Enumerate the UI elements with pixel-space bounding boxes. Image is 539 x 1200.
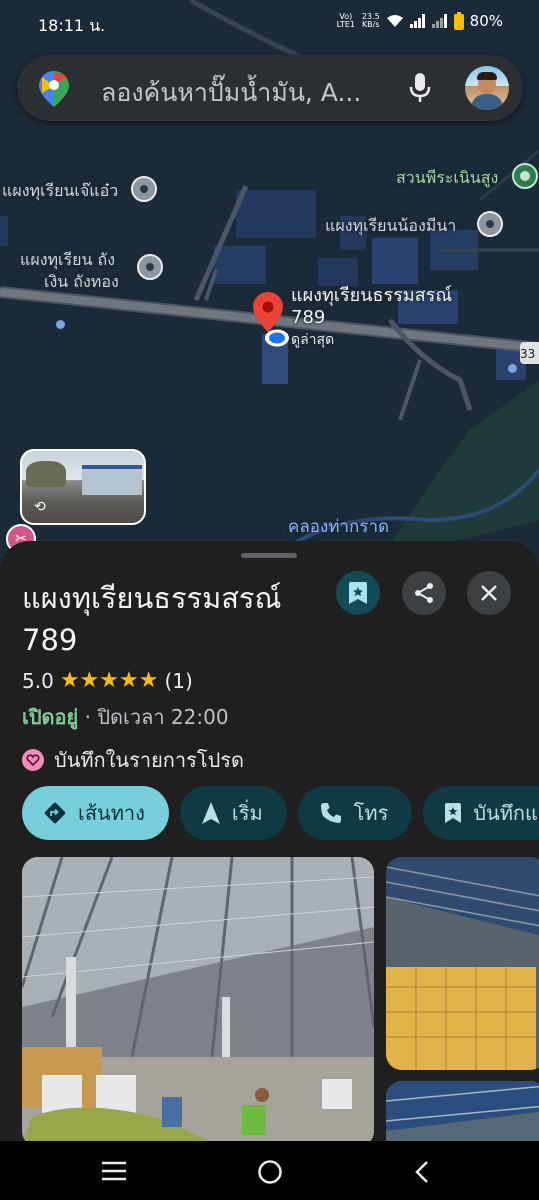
street-view-building (82, 465, 142, 495)
place-title: แผงทุเรียนธรรมสรณ์ 789 (22, 581, 282, 657)
map-label-park[interactable]: สวนพีระเนินสูง (396, 167, 498, 189)
avatar[interactable] (465, 66, 509, 110)
map-label-canal: คลองท่ากราด (288, 517, 390, 537)
map-dot (508, 364, 517, 373)
save-label: บันทึกแ (473, 801, 538, 825)
bookmark-icon (349, 582, 367, 604)
network-speed-unit: KB/s (361, 20, 380, 29)
save-button[interactable]: บันทึกแ (423, 786, 539, 840)
directions-button[interactable]: เส้นทาง (22, 786, 169, 840)
close-icon (481, 585, 497, 601)
map-label-selected-line2[interactable]: 789 (291, 307, 325, 329)
street-view-thumbnail[interactable]: ⟲ (20, 449, 146, 525)
poi-marker-icon[interactable] (477, 211, 503, 237)
hours-row[interactable]: เปิดอยู่ · ปิดเวลา 22:00 (22, 701, 229, 733)
poi-marker-icon[interactable] (137, 254, 163, 280)
home-icon[interactable] (257, 1159, 283, 1185)
place-photo[interactable] (386, 1081, 539, 1141)
avatar-body (471, 94, 503, 110)
call-button[interactable]: โทร (297, 786, 413, 840)
place-photo[interactable] (22, 857, 374, 1141)
status-time: 18:11 น. (38, 16, 106, 35)
map-label-poi-nongmena[interactable]: แผงทุเรียนน้องมีนา (325, 215, 456, 237)
road-shield-number: 33 (520, 347, 536, 361)
network-speed: 23.5 KB/s (362, 13, 380, 29)
status-bar: 18:11 น. Vo) LTE1 23.5 KB/s 80% (0, 0, 539, 46)
hours-separator: · (78, 705, 98, 729)
map-label-poi-thang-line1[interactable]: แผงทุเรียน ถัง (20, 249, 115, 271)
park-marker-icon[interactable] (512, 163, 538, 189)
system-navigation-bar (0, 1141, 539, 1200)
bookmark-icon (445, 803, 462, 823)
favorite-list-label: บันทึกในรายการโปรด (54, 748, 245, 772)
navigation-arrow-icon (201, 802, 220, 824)
wifi-icon (386, 15, 403, 27)
map-label-latest: ดูล่าสุด (291, 332, 335, 348)
review-count: (1) (164, 668, 193, 693)
share-icon (415, 583, 433, 603)
share-button[interactable] (402, 571, 446, 615)
recent-apps-icon[interactable] (102, 1161, 126, 1181)
my-location-icon (265, 329, 289, 347)
search-input[interactable]: ลองค้นหาปั๊มน้ำมัน, A... (101, 73, 411, 113)
selected-place-pin-icon[interactable] (253, 292, 283, 332)
warehouse-photo-3 (386, 1081, 539, 1141)
directions-label: เส้นทาง (78, 801, 145, 825)
start-button[interactable]: เริ่ม (179, 786, 287, 840)
street-view-tree (26, 461, 66, 487)
save-place-button[interactable] (336, 571, 380, 615)
map-dot (56, 320, 65, 329)
battery-icon (453, 12, 464, 30)
poi-marker-icon[interactable] (131, 176, 157, 202)
rating-value: 5.0 (22, 668, 54, 693)
google-maps-logo-icon (39, 71, 69, 107)
favorite-list-row[interactable]: บันทึกในรายการโปรด (22, 744, 244, 776)
mic-icon[interactable] (409, 73, 431, 103)
search-bar[interactable]: ลองค้นหาปั๊มน้ำมัน, A... (17, 55, 523, 121)
close-time: ปิดเวลา 22:00 (97, 705, 229, 729)
heart-icon (22, 749, 44, 771)
rotate-360-icon: ⟲ (34, 499, 46, 515)
rating-row[interactable]: 5.0 ★★★★★ (1) (22, 668, 193, 693)
close-button[interactable] (467, 571, 511, 615)
photo-gallery[interactable] (22, 857, 539, 1141)
start-label: เริ่ม (231, 801, 263, 825)
battery-percent: 80% (469, 12, 503, 30)
map-label-poi-thang-line2[interactable]: เงิน ถังทอง (44, 271, 119, 293)
warehouse-photo-1 (22, 857, 374, 1141)
signal-icon-sim2 (431, 14, 447, 28)
phone-icon (320, 803, 341, 823)
action-chips: เส้นทาง เริ่ม โทร บันทึกแ (22, 786, 539, 840)
open-status: เปิดอยู่ (22, 705, 79, 729)
warehouse-photo-2 (386, 857, 539, 1070)
directions-icon (44, 802, 66, 824)
call-label: โทร (353, 801, 389, 825)
place-photo[interactable] (386, 857, 539, 1070)
map-label-selected-line1[interactable]: แผงทุเรียนธรรมสรณ์ (291, 285, 452, 307)
place-details-sheet[interactable]: แผงทุเรียนธรรมสรณ์ 789 5.0 ★★★★★ (1) เปิ… (0, 541, 539, 1141)
back-icon[interactable] (414, 1160, 430, 1184)
map-label-poi-jaew[interactable]: แผงทุเรียนเจ๊แอ๋ว (2, 180, 118, 202)
rating-stars-icon: ★★★★★ (59, 668, 159, 693)
volte-indicator: Vo) LTE1 (336, 12, 356, 29)
signal-icon (409, 14, 425, 28)
avatar-hair (477, 72, 497, 80)
sheet-drag-handle[interactable] (241, 553, 297, 558)
